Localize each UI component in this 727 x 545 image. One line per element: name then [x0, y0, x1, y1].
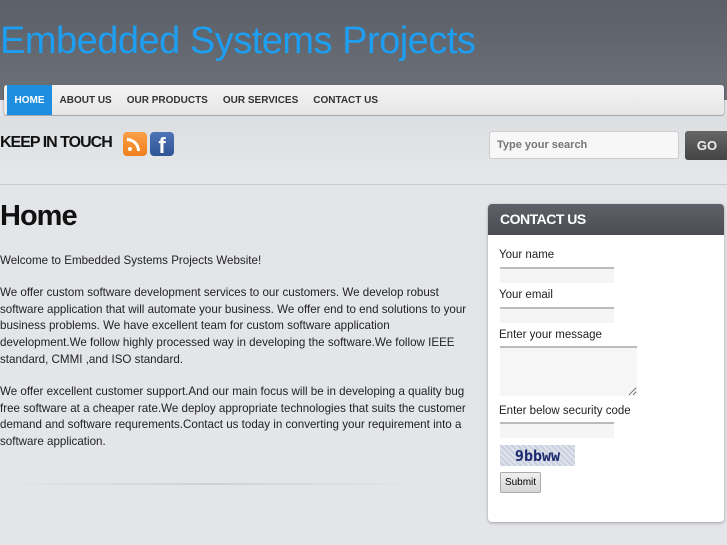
security-code-field[interactable] — [500, 422, 614, 438]
message-label: Enter your message — [499, 329, 602, 341]
name-label: Your name — [499, 249, 555, 261]
paragraph: Welcome to Embedded Systems Projects Web… — [0, 254, 262, 267]
contact-panel: CONTACT US Your name Your email Enter yo… — [488, 204, 724, 522]
email-label: Your email — [499, 289, 553, 301]
nav-our-services[interactable]: OUR SERVICES — [215, 85, 305, 115]
page-title: Home — [0, 200, 78, 232]
keep-in-touch-bar: KEEP IN TOUCH f GO — [0, 116, 727, 185]
captcha-image: 9bbww — [500, 445, 575, 466]
nav-contact-us[interactable]: CONTACT US — [306, 85, 386, 115]
nav-home[interactable]: HOME — [7, 85, 52, 115]
security-code-label: Enter below security code — [499, 405, 631, 417]
site-title[interactable]: Embedded Systems Projects — [0, 20, 476, 63]
facebook-icon[interactable]: f — [150, 132, 174, 156]
paragraph: We offer custom software development ser… — [0, 285, 467, 366]
main-content: Home Welcome to Embedded Systems Project… — [0, 200, 475, 485]
submit-button[interactable]: Submit — [500, 472, 541, 493]
name-field[interactable] — [500, 267, 614, 283]
paragraph: We offer excellent customer support.And … — [0, 384, 466, 449]
contact-panel-title: CONTACT US — [488, 204, 724, 235]
divider — [0, 482, 420, 485]
rss-icon[interactable] — [123, 132, 147, 156]
nav-about-us[interactable]: ABOUT US — [52, 85, 119, 115]
main-nav: HOME ABOUT US OUR PRODUCTS OUR SERVICES … — [4, 85, 724, 115]
search-go-button[interactable]: GO — [685, 131, 727, 160]
keep-in-touch-heading: KEEP IN TOUCH — [0, 134, 113, 151]
nav-our-products[interactable]: OUR PRODUCTS — [119, 85, 215, 115]
search-input[interactable] — [489, 131, 679, 159]
email-field[interactable] — [500, 307, 614, 323]
message-textarea[interactable] — [500, 346, 637, 396]
